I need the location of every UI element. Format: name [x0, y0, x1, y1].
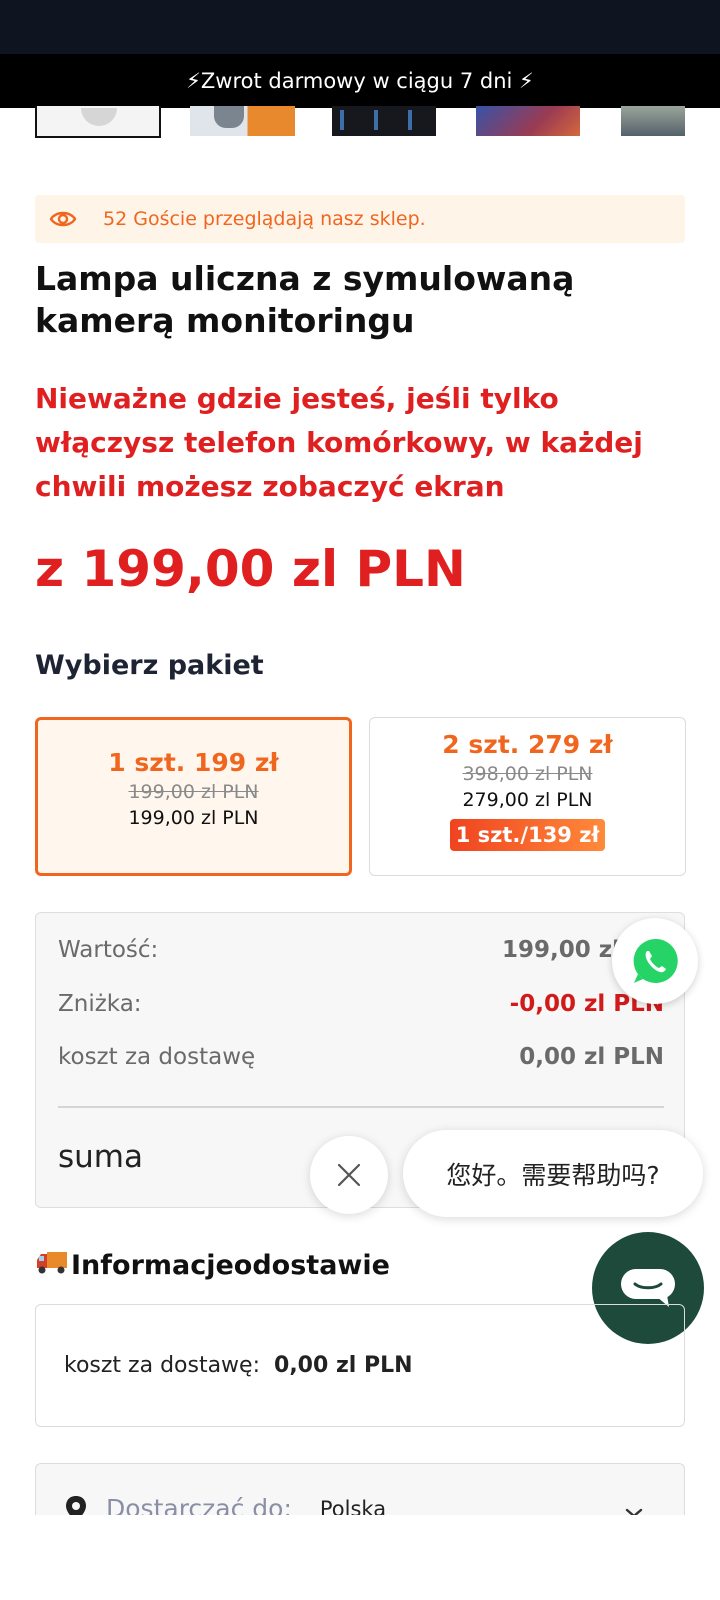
visitors-banner: 52 Goście przeglądają nasz sklep.: [35, 195, 685, 243]
bottom-area: [0, 1515, 720, 1600]
summary-divider: [58, 1106, 664, 1108]
package-price: 199,00 zl PLN: [128, 807, 259, 829]
package-unit-badge: 1 szt./139 zł: [449, 819, 606, 851]
package-name: 2 szt. 279 zł: [442, 730, 613, 759]
summary-shipping: 0,00 zl PLN: [519, 1044, 664, 1070]
summary-discount-row: Zniżka: -0,00 zl PLN: [58, 991, 664, 1017]
package-old-price: 199,00 zl PLN: [128, 781, 259, 803]
package-name: 1 szt. 199 zł: [108, 748, 279, 777]
shipping-cost-value: 0,00 zl PLN: [274, 1353, 413, 1378]
summary-shipping-row: koszt za dostawę 0,00 zl PLN: [58, 1044, 664, 1070]
close-icon: [337, 1163, 361, 1187]
product-thumbnail-solar[interactable]: [476, 106, 580, 136]
whatsapp-icon: [633, 938, 678, 983]
whatsapp-button[interactable]: [612, 918, 698, 1004]
summary-value-label: Wartość:: [58, 937, 159, 963]
announcement-bar: ⚡Zwrot darmowy w ciągu 7 dni ⚡: [0, 54, 720, 108]
shipping-heading: Informacjeodostawie: [35, 1248, 390, 1283]
shipping-cost-box: koszt za dostawę: 0,00 zl PLN: [35, 1304, 685, 1427]
product-thumbnail-install[interactable]: [332, 106, 436, 136]
package-heading: Wybierz pakiet: [35, 650, 264, 681]
thumbnail-strip: [35, 106, 685, 138]
shipping-cost-label: koszt za dostawę:: [64, 1353, 261, 1378]
product-thumbnail-scene[interactable]: [621, 106, 685, 136]
package-old-price: 398,00 zl PLN: [462, 763, 593, 785]
shipping-heading-text: Informacjeodostawie: [71, 1250, 390, 1281]
product-thumbnail-lamp[interactable]: [190, 106, 295, 136]
visitors-text: 52 Goście przeglądają nasz sklep.: [103, 208, 426, 230]
product-thumbnail-camera[interactable]: [35, 106, 161, 138]
package-option-2[interactable]: 2 szt. 279 zł 398,00 zl PLN 279,00 zl PL…: [369, 717, 686, 876]
package-price: 279,00 zl PLN: [462, 789, 593, 811]
status-bar: [0, 0, 720, 54]
chat-close-button[interactable]: [310, 1136, 388, 1214]
eye-icon: [49, 209, 79, 229]
announcement-text: ⚡Zwrot darmowy w ciągu 7 dni ⚡: [186, 69, 534, 93]
chat-greeting-bubble[interactable]: 您好。需要帮助吗?: [403, 1130, 703, 1217]
summary-value: 199,00 zl: [501, 937, 620, 963]
chat-icon: [621, 1269, 675, 1307]
package-option-1[interactable]: 1 szt. 199 zł 199,00 zl PLN 199,00 zl PL…: [35, 717, 352, 876]
product-price: z 199,00 zl PLN: [35, 540, 466, 598]
product-subtitle: Nieważne gdzie jesteś, jeśli tylko włącz…: [35, 382, 643, 503]
summary-value-row: Wartość: 199,00 zl: [58, 937, 664, 963]
summary-total-label: suma: [58, 1139, 143, 1175]
product-title: Lampa uliczna z symulowaną kamerą monito…: [35, 259, 575, 340]
summary-shipping-label: koszt za dostawę: [58, 1044, 256, 1070]
chat-greeting-text: 您好。需要帮助吗?: [446, 1160, 660, 1190]
truck-icon: [35, 1248, 69, 1283]
summary-discount-label: Zniżka:: [58, 991, 142, 1017]
